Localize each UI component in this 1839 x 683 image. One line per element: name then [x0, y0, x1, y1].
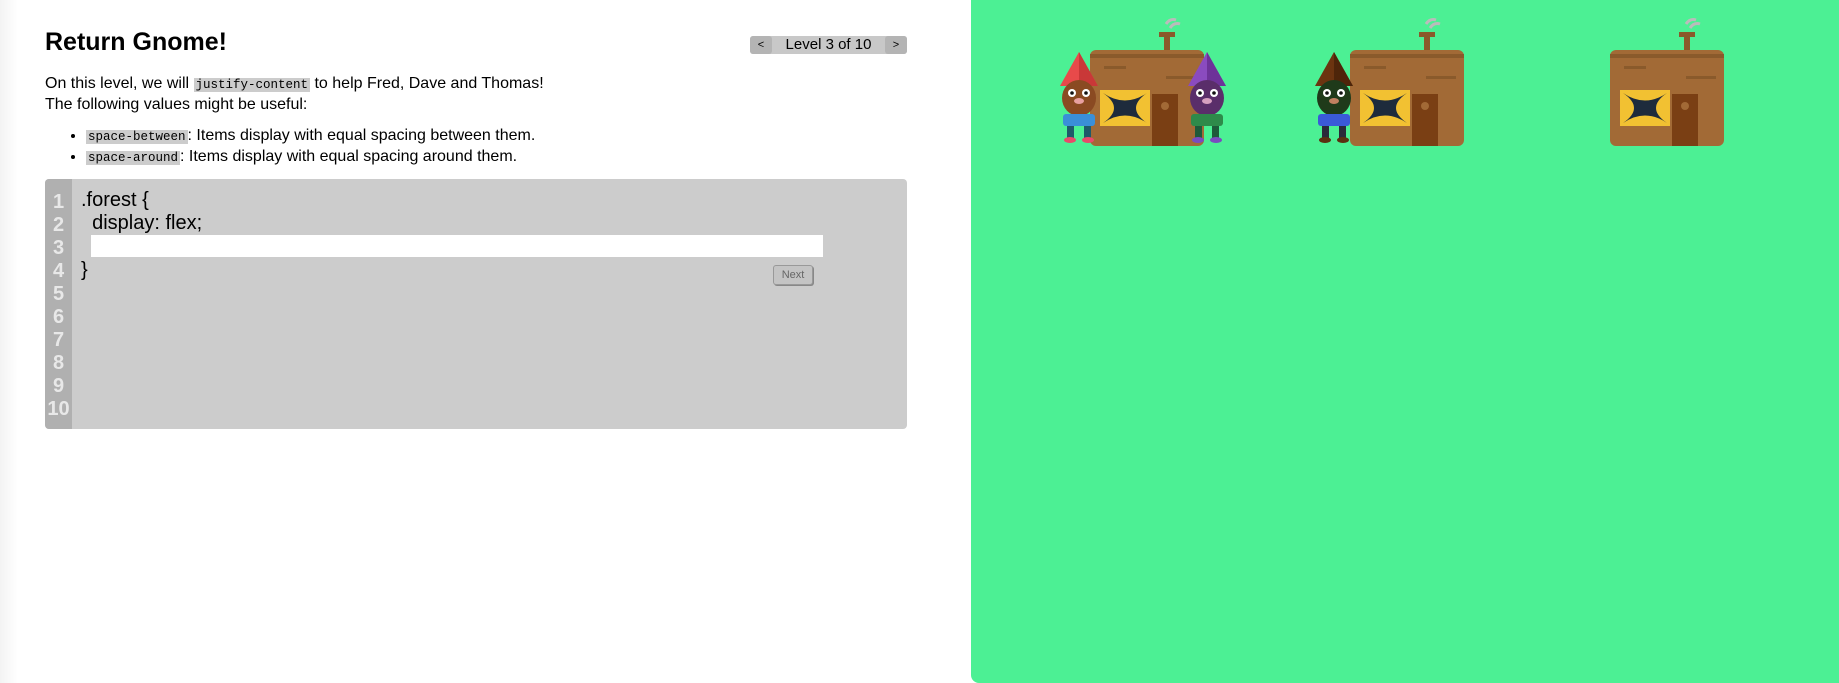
hint-list: space-between: Items display with equal … [86, 126, 535, 168]
gnome-fred-icon [1060, 52, 1098, 143]
next-button[interactable]: Next [773, 265, 813, 285]
hint-code: space-between [86, 130, 188, 144]
code-keyword: justify-content [193, 78, 311, 92]
line-number: 9 [52, 375, 65, 397]
hint-item: space-between: Items display with equal … [86, 126, 535, 147]
line-number: 1 [52, 191, 65, 213]
cabin-icon [1350, 18, 1464, 146]
intro-text-before: On this level, we will [45, 75, 194, 92]
level-indicator[interactable]: Level 3 of 10 [772, 36, 885, 54]
level-navigator: < Level 3 of 10 > [750, 36, 907, 54]
line-number: 6 [52, 306, 65, 328]
hint-code: space-around [86, 151, 181, 165]
hint-text: : Items display with equal spacing aroun… [180, 148, 518, 165]
gnome-thomas-icon [1315, 52, 1353, 143]
intro-text-after: to help Fred, Dave and Thomas! [310, 75, 544, 92]
line-number: 5 [52, 283, 65, 305]
code-line-closing-brace: } [81, 259, 88, 281]
hint-item: space-around: Items display with equal s… [86, 147, 535, 168]
line-number: 4 [52, 260, 65, 282]
game-board [971, 0, 1839, 683]
line-number: 8 [52, 352, 65, 374]
page-title: Return Gnome! [45, 28, 227, 56]
next-level-button[interactable]: > [885, 36, 907, 54]
instructions-text: On this level, we will justify-content t… [45, 74, 544, 114]
line-number: 10 [47, 398, 70, 420]
line-number: 3 [52, 237, 65, 259]
code-line-display: display: flex; [81, 212, 203, 234]
intro-line: On this level, we will justify-content t… [45, 74, 544, 95]
css-answer-input[interactable] [91, 235, 823, 257]
cabin-icon [1610, 18, 1724, 146]
line-number-gutter: 1 2 3 4 5 6 7 8 9 10 [45, 179, 72, 429]
instructions-panel: Return Gnome! < Level 3 of 10 > On this … [0, 0, 971, 683]
intro-line-2: The following values might be useful: [45, 96, 308, 113]
previous-level-button[interactable]: < [750, 36, 772, 54]
gnome-dave-icon [1188, 52, 1226, 143]
code-line-selector: .forest { [81, 189, 149, 211]
hint-text: : Items display with equal spacing betwe… [187, 127, 536, 144]
line-number: 7 [52, 329, 65, 351]
line-number: 2 [52, 214, 65, 236]
css-editor: 1 2 3 4 5 6 7 8 9 10 .forest { display: … [45, 179, 907, 429]
